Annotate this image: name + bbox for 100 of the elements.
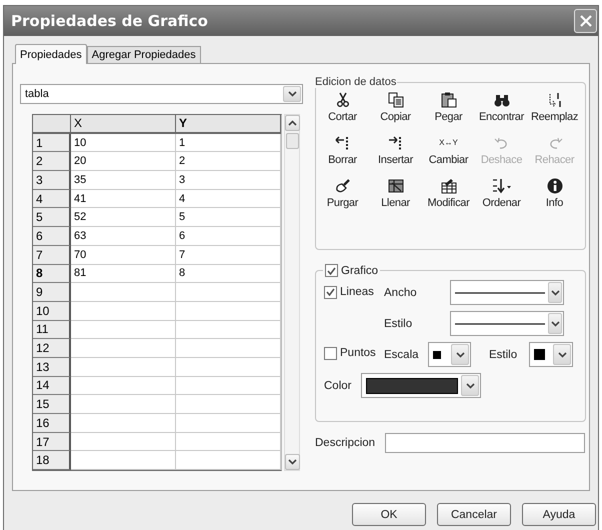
field-label: Descripcion <box>315 437 376 449</box>
tab[interactable]: Agregar Propiedades <box>86 46 201 63</box>
toolbar-button[interactable]: X↔Y Cambiar <box>422 133 475 173</box>
table-cell: 35 <box>71 171 176 190</box>
arrow-left-icon <box>334 135 350 151</box>
square-icon <box>433 350 441 358</box>
column-header[interactable]: X <box>71 115 176 134</box>
toolbar-button[interactable]: Borrar <box>316 133 369 173</box>
row-header[interactable]: 11 <box>33 320 71 340</box>
pages-icon <box>388 92 404 108</box>
chevron-icon <box>558 352 566 358</box>
info-icon <box>546 178 562 194</box>
toolbar-button[interactable]: Reemplaz <box>528 90 581 130</box>
replace-icon <box>546 92 562 108</box>
chevron-icon <box>288 91 296 97</box>
row-header[interactable]: 18 <box>33 451 71 470</box>
field-label: Estilo <box>384 318 414 330</box>
chevron-icon <box>466 382 474 388</box>
row-header[interactable]: 1 <box>33 134 71 152</box>
table-fill-icon <box>388 178 404 194</box>
table-edit-icon <box>440 178 456 194</box>
column-header[interactable]: Y <box>176 115 281 134</box>
toolbar-button[interactable]: Purgar <box>316 176 369 216</box>
toolbar-button[interactable]: Insertar <box>369 133 422 173</box>
row-header[interactable]: 2 <box>33 152 71 172</box>
close-button[interactable] <box>574 9 597 33</box>
toolbar-button[interactable]: Cortar <box>316 90 369 130</box>
close-icon <box>578 14 592 28</box>
checkbox[interactable] <box>324 346 337 360</box>
row-header[interactable]: 9 <box>33 283 71 302</box>
table-cell: 1 <box>176 134 281 152</box>
table-cell: 4 <box>176 190 281 208</box>
table-cell: 8 <box>176 264 281 284</box>
row-header[interactable]: 5 <box>33 208 71 228</box>
chevron-up-icon <box>288 120 296 126</box>
scissors-icon <box>334 92 350 108</box>
table-cell: 20 <box>71 152 176 172</box>
description-field[interactable] <box>385 433 586 453</box>
point-style-dropdown[interactable] <box>529 342 573 367</box>
scrollbar[interactable] <box>284 114 300 472</box>
table-cell: 81 <box>71 264 176 284</box>
tab[interactable]: Propiedades <box>15 44 87 64</box>
checkbox-label[interactable]: Lineas <box>340 286 374 298</box>
row-header[interactable]: 8 <box>33 264 71 284</box>
row-header[interactable]: 17 <box>33 432 71 452</box>
check-icon <box>326 288 335 296</box>
checkbox[interactable] <box>325 264 338 277</box>
row-header[interactable]: 13 <box>33 358 71 377</box>
sort-icon <box>491 178 512 194</box>
table-cell: 41 <box>71 190 176 208</box>
checkbox-label[interactable]: Grafico <box>341 264 378 276</box>
table-dropdown[interactable]: tabla <box>20 84 303 104</box>
scroll-down-button[interactable] <box>284 454 300 470</box>
color-dropdown[interactable] <box>361 373 481 398</box>
row-header[interactable]: 3 <box>33 171 71 190</box>
row-header[interactable]: 12 <box>33 339 71 358</box>
table-cell: 63 <box>71 227 176 246</box>
field-label: Estilo <box>489 348 518 360</box>
brush-icon <box>334 178 350 194</box>
scroll-up-button[interactable] <box>284 115 300 131</box>
row-header[interactable]: 15 <box>33 395 71 414</box>
row-header[interactable]: 16 <box>33 414 71 433</box>
toolbar-button[interactable]: Modificar <box>422 176 475 216</box>
row-header[interactable]: 4 <box>33 190 71 208</box>
scroll-thumb[interactable] <box>286 133 298 149</box>
line-style-icon <box>455 290 545 294</box>
table-cell: 5 <box>176 208 281 228</box>
dialog-button[interactable]: OK <box>352 503 426 526</box>
dialog-button[interactable]: Ayuda <box>522 503 596 526</box>
field-label: Color <box>324 380 352 392</box>
table-cell: 10 <box>71 134 176 152</box>
style-dropdown[interactable] <box>450 311 564 336</box>
dialog-button[interactable]: Cancelar <box>437 503 511 526</box>
binoculars-icon <box>494 92 510 108</box>
chevron-icon <box>550 290 560 296</box>
field-label: Escala <box>384 348 420 360</box>
row-header[interactable]: 14 <box>33 376 71 396</box>
clipboard-icon <box>440 92 456 108</box>
toolbar-button[interactable]: Encontrar <box>475 90 528 130</box>
table-cell: 6 <box>176 227 281 246</box>
toolbar-button[interactable]: Info <box>528 176 581 216</box>
window-title: Propiedades de Grafico <box>11 12 208 30</box>
checkbox-label[interactable]: Puntos <box>340 347 376 359</box>
toolbar-button[interactable]: Copiar <box>369 90 422 130</box>
check-icon <box>327 266 336 274</box>
toolbar-button[interactable]: Pegar <box>422 90 475 130</box>
table-cell: 7 <box>176 246 281 264</box>
row-header[interactable]: 6 <box>33 227 71 246</box>
scale-dropdown[interactable] <box>428 342 471 367</box>
square-icon <box>534 349 545 360</box>
row-header[interactable]: 7 <box>33 246 71 264</box>
width-dropdown[interactable] <box>450 280 564 305</box>
toolbar-button[interactable]: Ordenar <box>475 176 528 216</box>
arrow-right-icon <box>388 135 404 151</box>
table-cell: 52 <box>71 208 176 228</box>
undo-icon <box>494 135 510 151</box>
row-header[interactable]: 10 <box>33 302 71 321</box>
checkbox[interactable] <box>324 286 337 299</box>
group-title: Edicion de datos <box>314 76 398 88</box>
toolbar-button[interactable]: Llenar <box>369 176 422 216</box>
